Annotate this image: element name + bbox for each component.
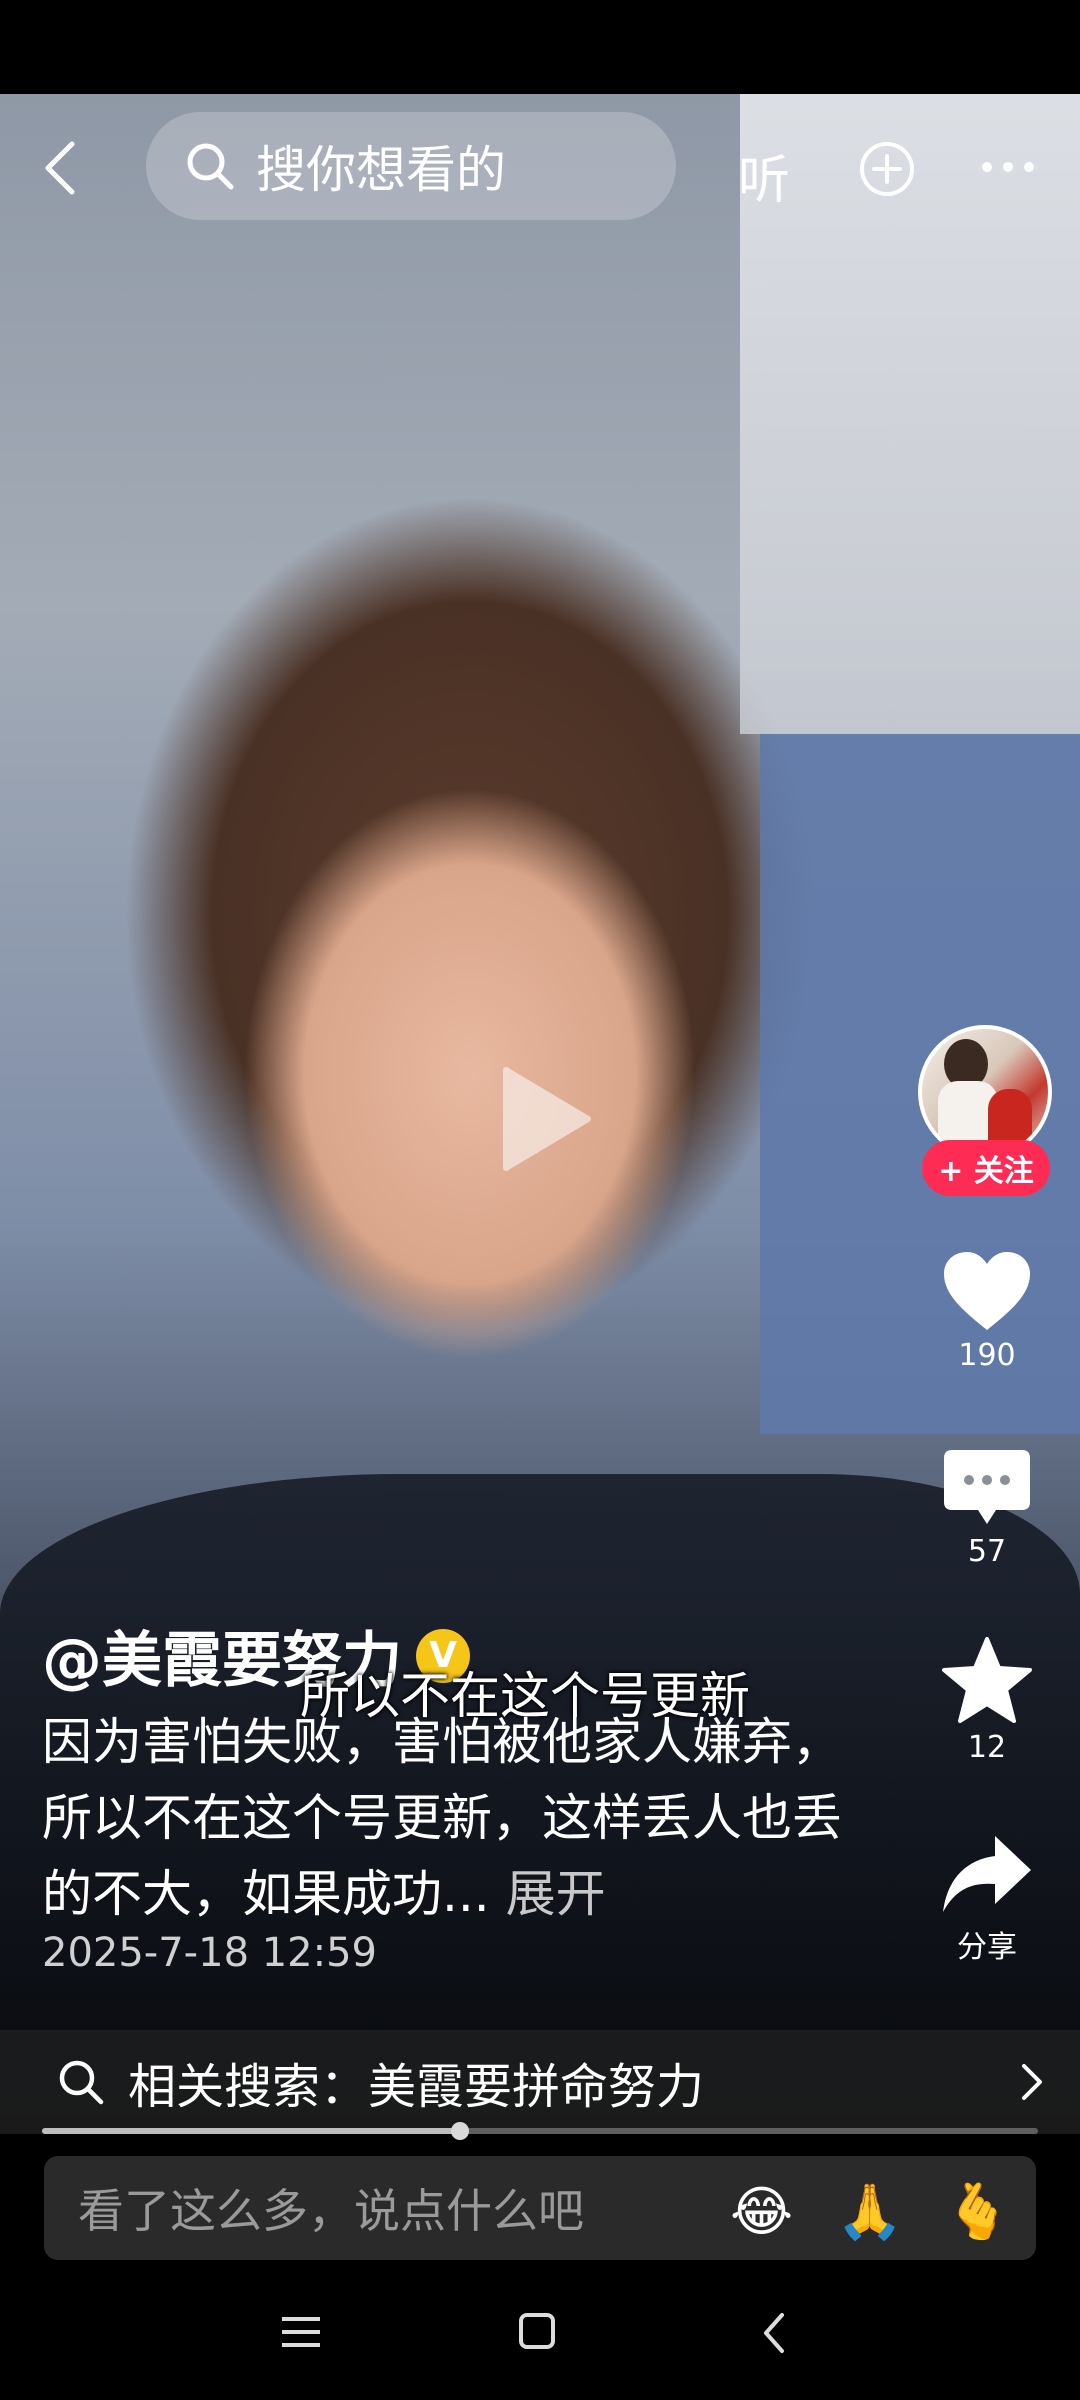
post-description[interactable]: 因为害怕失败，害怕被他家人嫌弃，所以不在这个号更新，这样丢人也丢的不大，如果成功… <box>42 1704 862 1932</box>
post-timestamp: 2025-7-18 12:59 <box>42 1930 377 1976</box>
progress-handle[interactable] <box>451 2122 470 2140</box>
favorite-button[interactable]: 12 <box>917 1636 1057 1765</box>
home-icon[interactable] <box>518 2312 556 2350</box>
like-count: 190 <box>958 1338 1016 1373</box>
praying-hands-emoji-button[interactable]: 🙏 <box>836 2180 903 2244</box>
related-search-bar[interactable]: 相关搜索：美霞要拼命努力 <box>0 2030 1080 2134</box>
share-button[interactable]: 分享 <box>917 1832 1057 1966</box>
follow-button[interactable]: + 关注 <box>922 1140 1050 1196</box>
system-back-icon[interactable] <box>762 2312 786 2354</box>
comment-bubble-icon <box>944 1450 1030 1524</box>
expand-link[interactable]: 展开 <box>506 1865 606 1923</box>
comment-placeholder: 看了这么多，说点什么吧 <box>78 2184 584 2238</box>
comment-count: 57 <box>967 1534 1007 1569</box>
share-label: 分享 <box>957 1930 1017 1965</box>
plus-circle-icon[interactable] <box>858 140 916 198</box>
more-options-icon[interactable] <box>980 160 1036 174</box>
comment-button[interactable]: 57 <box>917 1448 1057 1569</box>
heart-icon <box>944 1252 1030 1330</box>
finger-heart-emoji-button[interactable]: 🫰 <box>944 2180 1011 2244</box>
play-icon[interactable] <box>498 1064 594 1174</box>
laughing-emoji-button[interactable]: 😂 <box>730 2180 794 2244</box>
chevron-right-icon <box>1022 2064 1042 2100</box>
share-arrow-icon <box>943 1836 1031 1912</box>
description-text: 因为害怕失败，害怕被他家人嫌弃，所以不在这个号更新，这样丢人也丢的不大，如果成功… <box>42 1713 842 1923</box>
progress-fill <box>42 2128 461 2134</box>
star-icon <box>942 1637 1032 1723</box>
related-search-label: 相关搜索：美霞要拼命努力 <box>128 2059 705 2115</box>
video-progress-bar[interactable] <box>42 2122 1038 2140</box>
favorite-count: 12 <box>967 1730 1007 1765</box>
author-avatar[interactable] <box>918 1025 1052 1159</box>
search-icon <box>187 143 234 190</box>
search-icon <box>59 2060 104 2105</box>
listen-button[interactable]: 听 <box>738 138 790 213</box>
back-arrow-icon[interactable] <box>40 140 80 196</box>
recent-apps-icon[interactable] <box>280 2315 322 2349</box>
search-placeholder: 搜你想看的 <box>256 141 506 199</box>
search-bar[interactable]: 搜你想看的 <box>146 112 676 220</box>
like-button[interactable]: 190 <box>917 1250 1057 1373</box>
